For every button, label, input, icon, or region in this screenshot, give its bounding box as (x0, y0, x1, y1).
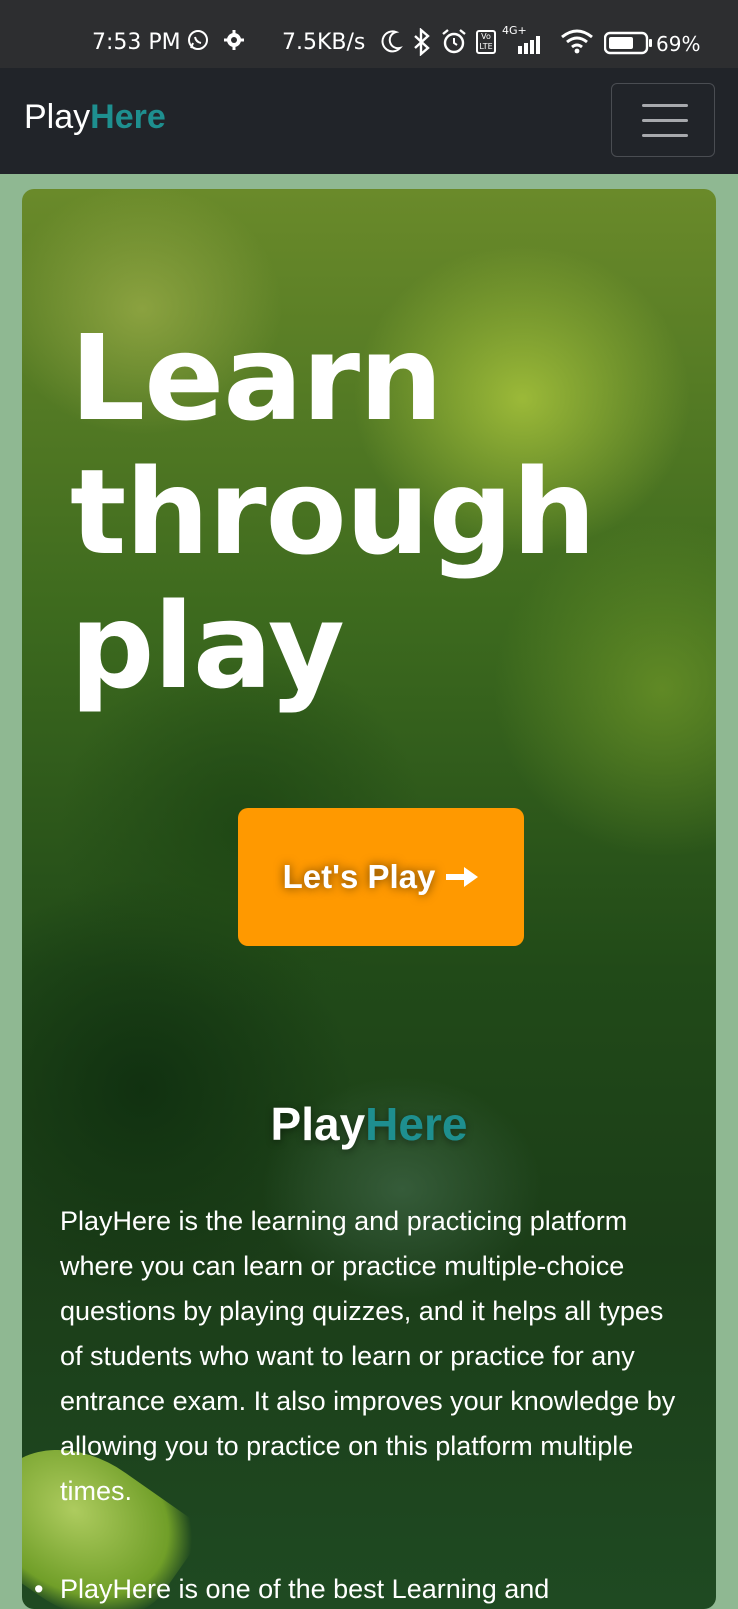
moon-icon (381, 30, 403, 53)
about-title: PlayHere (22, 1097, 716, 1151)
brand-logo[interactable]: PlayHere (24, 98, 166, 137)
settings-icon (224, 30, 244, 50)
headline-line-2: through (70, 443, 596, 581)
headline-line-1: Learn (70, 309, 443, 447)
hero-card: Learn through play Let's Play PlayHere P… (22, 189, 716, 1609)
brand-primary: Play (24, 98, 91, 136)
status-bar: 7:53 PM 7.5KB/s Vo LTE 4G+ 69% (0, 0, 738, 68)
about-feature-list: PlayHere is one of the best Learning and (34, 1567, 685, 1609)
battery-icon (604, 31, 652, 55)
about-title-primary: Play (270, 1098, 366, 1150)
signal-icon (518, 36, 540, 54)
list-item: PlayHere is one of the best Learning and (34, 1567, 685, 1609)
alarm-icon (442, 29, 466, 54)
hero-headline: Learn through play (70, 309, 596, 715)
lets-play-button[interactable]: Let's Play (238, 808, 524, 946)
lets-play-label: Let's Play (282, 858, 436, 895)
arrow-right-icon (446, 867, 479, 887)
whatsapp-icon (188, 30, 208, 50)
bluetooth-icon (414, 28, 430, 56)
hamburger-icon (642, 104, 688, 107)
wifi-icon (561, 29, 593, 54)
headline-line-3: play (70, 577, 345, 715)
about-title-accent: Here (365, 1098, 468, 1150)
about-description: PlayHere is the learning and practicing … (60, 1206, 676, 1506)
status-time: 7:53 PM (92, 30, 181, 55)
battery-percentage: 69% (656, 32, 701, 56)
volte-icon: Vo LTE (476, 30, 496, 54)
brand-accent: Here (90, 98, 166, 136)
navbar: PlayHere (0, 68, 738, 174)
network-speed: 7.5KB/s (282, 30, 366, 55)
menu-toggle-button[interactable] (611, 83, 715, 157)
